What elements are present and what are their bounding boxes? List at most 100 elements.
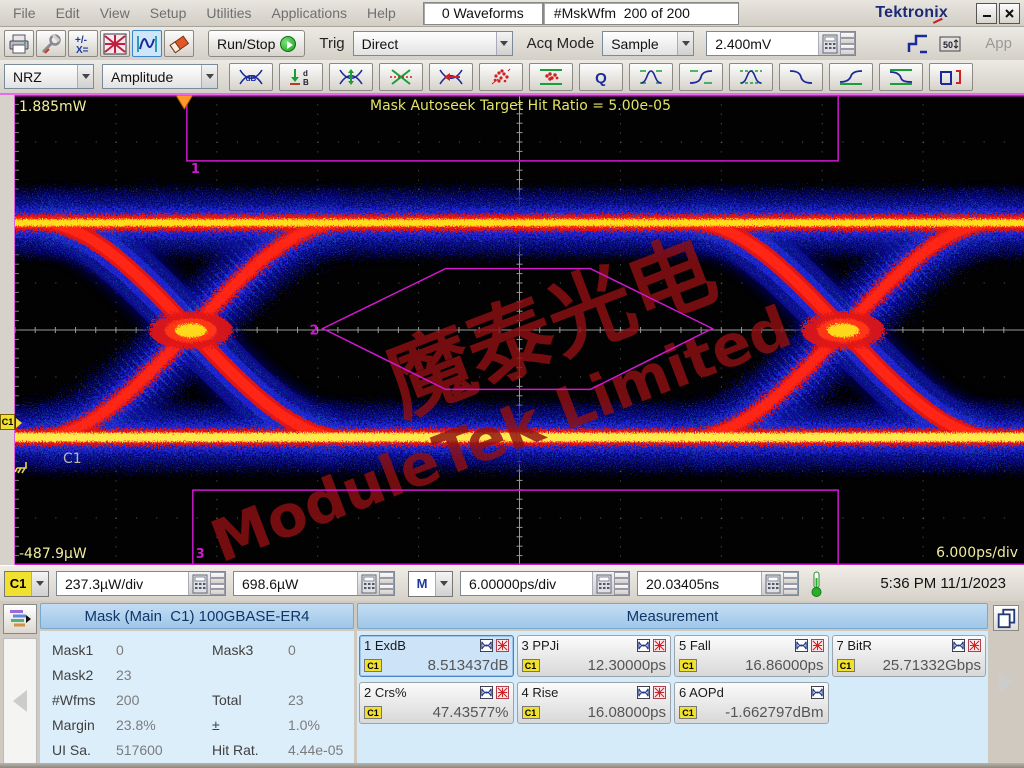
run-stop-button[interactable]: Run/Stop: [208, 30, 305, 57]
panel-stack-button[interactable]: [3, 604, 37, 634]
rise-time-measure-button[interactable]: [679, 63, 723, 91]
menu-applications[interactable]: Applications: [263, 3, 357, 23]
measurement-tile-bitr[interactable]: 7 BitR C125.71332Gbps: [832, 635, 987, 677]
s-parameter-icon[interactable]: [903, 30, 933, 57]
measure-category-dropdown[interactable]: Amplitude: [102, 64, 218, 89]
eye-left-arrow-measure-button[interactable]: [429, 63, 473, 91]
mask-icon[interactable]: [968, 639, 981, 652]
measurement-value: 16.08000ps: [588, 704, 666, 721]
dropdown-arrow-icon[interactable]: [31, 572, 48, 596]
mask-icon[interactable]: [653, 639, 666, 652]
q-factor-measure-button[interactable]: [579, 63, 623, 91]
menu-help[interactable]: Help: [358, 3, 405, 23]
eye-dashed-measure-button[interactable]: [729, 63, 773, 91]
horizontal-scale-stepper[interactable]: [614, 572, 629, 595]
waveform-display-button[interactable]: [132, 30, 162, 57]
signal-type-dropdown[interactable]: NRZ: [4, 64, 94, 89]
acq-mode-label: Acq Mode: [527, 35, 595, 52]
vertical-offset-control: 698.6µW: [233, 571, 395, 596]
horizontal-scale-value[interactable]: 6.00000ps/div: [461, 576, 592, 592]
channel-tag: C1: [522, 706, 540, 719]
dropdown-arrow-icon[interactable]: [201, 65, 217, 88]
menu-view[interactable]: View: [91, 3, 139, 23]
copy-panel-button[interactable]: [993, 605, 1019, 631]
pulse-width-measure-button[interactable]: [929, 63, 973, 91]
mask-icon[interactable]: [811, 639, 824, 652]
menu-utilities[interactable]: Utilities: [197, 3, 260, 23]
mask-test-button[interactable]: [100, 30, 130, 57]
fall-time-measure-button[interactable]: [779, 63, 823, 91]
menu-setup[interactable]: Setup: [141, 3, 196, 23]
bottom-edge-strip: [0, 763, 1024, 768]
keypad-icon[interactable]: [818, 32, 840, 55]
measurement-tile-crs[interactable]: 2 Crs% C147.43577%: [359, 682, 514, 724]
keypad-icon[interactable]: [357, 572, 379, 595]
keypad-icon[interactable]: [592, 572, 614, 595]
mask-icon[interactable]: [653, 686, 666, 699]
dropdown-arrow-icon[interactable]: [435, 572, 452, 596]
channel-select-button[interactable]: C1: [4, 571, 49, 597]
horizontal-position-stepper[interactable]: [783, 572, 798, 595]
jitter-scatter-lines-measure-button[interactable]: [529, 63, 573, 91]
previous-page-panel[interactable]: [3, 638, 37, 764]
chevron-right-icon[interactable]: [999, 671, 1013, 693]
mask-icon[interactable]: [496, 639, 509, 652]
horizontal-position-value[interactable]: 20.03405ns: [638, 576, 761, 592]
rise-green-measure-button[interactable]: [829, 63, 873, 91]
system-datetime: 5:36 PM 11/1/2023: [880, 575, 1006, 592]
stat-value: 4.44e-05: [288, 742, 354, 758]
print-button[interactable]: [4, 30, 34, 57]
eye-diagram-icon[interactable]: [795, 639, 808, 652]
eye-diagram-icon[interactable]: [480, 686, 493, 699]
measurement-toolbar: NRZ Amplitude: [0, 60, 1024, 94]
eye-diagram-icon[interactable]: [637, 686, 650, 699]
measurement-panel-title[interactable]: Measurement: [357, 603, 988, 629]
mask-icon[interactable]: [496, 686, 509, 699]
app-button[interactable]: App: [977, 35, 1020, 52]
timebase-select-button[interactable]: M: [408, 571, 453, 597]
minimize-button[interactable]: [976, 3, 997, 24]
jitter-scatter-measure-button[interactable]: [479, 63, 523, 91]
clear-data-button[interactable]: [164, 30, 194, 57]
measurement-label: 4 Rise: [522, 685, 559, 700]
trigger-source-dropdown[interactable]: Direct: [353, 31, 513, 56]
math-button[interactable]: [68, 30, 98, 57]
dropdown-arrow-icon[interactable]: [496, 32, 512, 55]
eye-varrows-measure-button[interactable]: [329, 63, 373, 91]
keypad-icon[interactable]: [188, 572, 210, 595]
level-stepper[interactable]: [840, 32, 855, 55]
stat-value: 0: [116, 642, 212, 658]
channel-reference-marker[interactable]: C1: [0, 414, 15, 430]
vertical-scale-stepper[interactable]: [210, 572, 225, 595]
trig-label: Trig: [319, 35, 344, 52]
eye-diagram-icon[interactable]: [952, 639, 965, 652]
eye-diagram-icon[interactable]: [480, 639, 493, 652]
x-dashed-measure-button[interactable]: [379, 63, 423, 91]
db-arrow-measure-button[interactable]: [279, 63, 323, 91]
measurement-tile-rise[interactable]: 4 Rise C1 16.08000ps: [517, 682, 672, 724]
dropdown-arrow-icon[interactable]: [677, 32, 693, 55]
measurement-tile-fall[interactable]: 5 Fall C116.86000ps: [674, 635, 829, 677]
eye-diagram-icon[interactable]: [811, 686, 824, 699]
menu-file[interactable]: File: [4, 3, 45, 23]
eye-diagram-icon[interactable]: [637, 639, 650, 652]
acq-mode-dropdown[interactable]: Sample: [602, 31, 694, 56]
dropdown-arrow-icon[interactable]: [77, 65, 93, 88]
chevron-left-icon: [13, 690, 27, 712]
measurement-tile-aopd[interactable]: 6 AOPd C1-1.662797dBm: [674, 682, 829, 724]
eye-db-measure-button[interactable]: [229, 63, 273, 91]
menu-edit[interactable]: Edit: [47, 3, 89, 23]
keypad-icon[interactable]: [761, 572, 783, 595]
impedance-50ohm-icon[interactable]: [935, 30, 965, 57]
vertical-offset-value[interactable]: 698.6µW: [234, 576, 357, 592]
measurement-tile-ppji[interactable]: 3 PPJi C112.30000ps: [517, 635, 672, 677]
trigger-level-value[interactable]: 2.400mV: [707, 36, 818, 52]
vertical-offset-stepper[interactable]: [379, 572, 394, 595]
fall-green-measure-button[interactable]: [879, 63, 923, 91]
close-button[interactable]: [999, 3, 1020, 24]
vertical-scale-value[interactable]: 237.3µW/div: [57, 576, 188, 592]
tools-button[interactable]: [36, 30, 66, 57]
measurement-tile-exdb[interactable]: 1 ExdB C18.513437dB: [359, 635, 514, 677]
mask-panel-title[interactable]: Mask (Main C1) 100GBASE-ER4: [40, 603, 354, 629]
eye-cross-wave-measure-button[interactable]: [629, 63, 673, 91]
